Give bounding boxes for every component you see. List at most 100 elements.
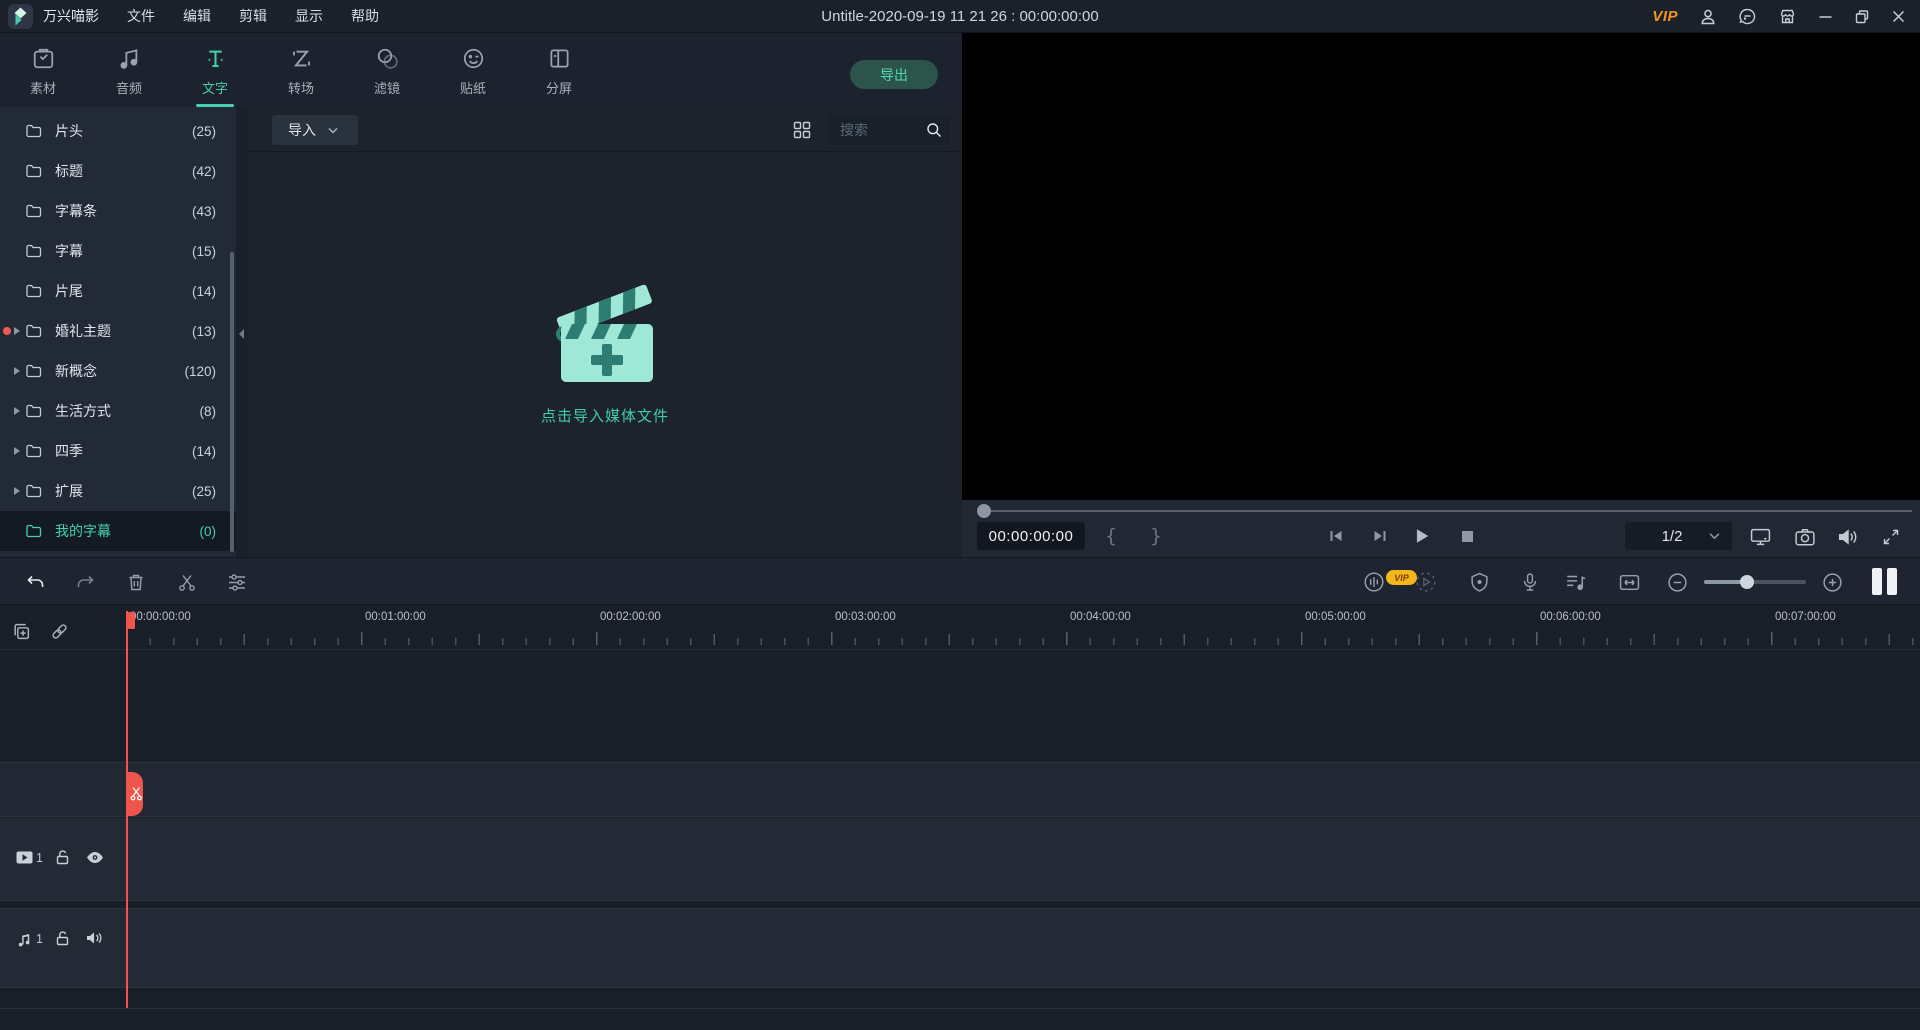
expand-arrow-icon[interactable] <box>14 327 20 335</box>
sidebar-item-end-credits[interactable]: 片尾 (14) <box>0 271 236 311</box>
menu-view[interactable]: 显示 <box>281 0 337 33</box>
sidebar-item-lower-thirds[interactable]: 字幕条 (43) <box>0 191 236 231</box>
timeline-zoom-slider[interactable] <box>1704 580 1806 584</box>
ruler-label: 00:07:00:00 <box>1775 611 1836 623</box>
ruler-label: 00:01:00:00 <box>365 611 426 623</box>
minimize-icon[interactable] <box>1818 9 1833 24</box>
grid-view-icon[interactable] <box>793 121 811 139</box>
tab-label: 分屏 <box>546 78 572 97</box>
zoom-in-icon[interactable] <box>1821 571 1843 593</box>
playhead-flag[interactable] <box>128 612 135 629</box>
search-icon[interactable] <box>926 122 942 138</box>
timecode-display: 00:00:00:00 <box>977 522 1085 550</box>
audio-list-icon[interactable] <box>1565 571 1587 593</box>
timeline-ruler[interactable]: 00:00:00:00 00:01:00:00 00:02:00:00 00:0… <box>0 605 1920 650</box>
menu-help[interactable]: 帮助 <box>337 0 393 33</box>
audio-meter-icon[interactable] <box>1363 571 1385 593</box>
video-track-number: 1 <box>36 851 43 865</box>
expand-arrow-icon[interactable] <box>14 367 20 375</box>
tab-sticker[interactable]: 贴纸 <box>430 33 516 107</box>
snapshot-icon[interactable] <box>1794 526 1816 548</box>
audio-track-lane[interactable] <box>0 908 1920 988</box>
folder-icon <box>26 444 42 458</box>
sidebar-item-intro[interactable]: 片头 (25) <box>0 111 236 151</box>
sidebar-item-lifestyle[interactable]: 生活方式 (8) <box>0 391 236 431</box>
menu-file[interactable]: 文件 <box>113 0 169 33</box>
import-button[interactable]: 导入 <box>272 115 358 145</box>
sidebar-item-count: (25) <box>192 484 216 499</box>
tab-transition[interactable]: 转场 <box>258 33 344 107</box>
folder-icon <box>26 524 42 538</box>
preview-seekbar[interactable] <box>990 510 1912 512</box>
menu-clip[interactable]: 剪辑 <box>225 0 281 33</box>
split-scissors-icon[interactable] <box>176 571 198 593</box>
sidebar-item-subtitles[interactable]: 字幕 (15) <box>0 231 236 271</box>
delete-icon[interactable] <box>125 571 147 593</box>
tab-text[interactable]: 文字 <box>172 33 258 107</box>
fullscreen-icon[interactable] <box>1880 526 1902 548</box>
redo-icon[interactable] <box>75 571 97 593</box>
close-icon[interactable] <box>1891 9 1906 24</box>
page-indicator: 1/2 <box>1625 528 1709 545</box>
tab-audio[interactable]: 音频 <box>86 33 172 107</box>
speaker-icon[interactable] <box>86 931 102 945</box>
video-viewport[interactable] <box>962 33 1920 500</box>
preview-quality-dropdown[interactable]: 1/2 <box>1625 522 1732 550</box>
video-track-lane[interactable] <box>0 818 1920 901</box>
collapse-sidebar-icon[interactable] <box>239 329 244 339</box>
folder-icon <box>26 364 42 378</box>
sidebar-item-seasons[interactable]: 四季 (14) <box>0 431 236 471</box>
tab-filter[interactable]: 滤镜 <box>344 33 430 107</box>
expand-arrow-icon[interactable] <box>14 407 20 415</box>
folder-icon <box>26 284 42 298</box>
zoom-slider-knob[interactable] <box>1740 575 1754 589</box>
adjust-icon[interactable] <box>226 571 248 593</box>
sidebar-item-new-concept[interactable]: 新概念 (120) <box>0 351 236 391</box>
sidebar-item-wedding[interactable]: 婚礼主题 (13) <box>0 311 236 351</box>
mark-out-button[interactable]: } <box>1145 522 1167 550</box>
shield-icon[interactable] <box>1468 571 1490 593</box>
restore-icon[interactable] <box>1854 9 1870 25</box>
lock-icon[interactable] <box>55 930 70 946</box>
timeline-drop-lane[interactable] <box>0 762 1920 817</box>
user-icon[interactable] <box>1699 8 1717 26</box>
menu-edit[interactable]: 编辑 <box>169 0 225 33</box>
prev-frame-icon[interactable] <box>1326 522 1346 550</box>
vip-label[interactable]: VIP <box>1652 8 1678 25</box>
fit-timeline-icon[interactable] <box>1618 571 1640 593</box>
lock-icon[interactable] <box>55 849 70 865</box>
store-icon[interactable] <box>1778 7 1797 26</box>
screen-record-icon[interactable] <box>1415 571 1437 593</box>
tab-label: 素材 <box>30 78 56 97</box>
stop-icon[interactable] <box>1457 522 1477 550</box>
panel-layout-icon[interactable] <box>1872 568 1897 595</box>
sidebar-item-my-subtitles[interactable]: 我的字幕 (0) <box>0 511 236 551</box>
eye-icon[interactable] <box>86 851 104 864</box>
search-input[interactable] <box>840 115 920 145</box>
tab-media[interactable]: 素材 <box>0 33 86 107</box>
sidebar-item-expansion[interactable]: 扩展 (25) <box>0 471 236 511</box>
sidebar-item-count: (14) <box>192 284 216 299</box>
export-button[interactable]: 导出 <box>850 60 938 89</box>
seekbar-handle[interactable] <box>977 504 991 518</box>
sidebar-item-count: (13) <box>192 324 216 339</box>
import-media-dropzone[interactable]: 点击导入媒体文件 <box>248 278 962 426</box>
search-box <box>828 115 950 145</box>
sidebar-item-titles[interactable]: 标题 (42) <box>0 151 236 191</box>
volume-icon[interactable] <box>1837 526 1859 548</box>
next-frame-icon[interactable] <box>1370 522 1390 550</box>
empty-state-text: 点击导入媒体文件 <box>248 405 962 426</box>
mark-in-button[interactable]: { <box>1100 522 1122 550</box>
sidebar-scrollbar[interactable] <box>230 252 234 552</box>
zoom-out-icon[interactable] <box>1666 571 1688 593</box>
undo-icon[interactable] <box>24 571 46 593</box>
expand-arrow-icon[interactable] <box>14 487 20 495</box>
mic-icon[interactable] <box>1519 571 1541 593</box>
tab-splitscreen[interactable]: 分屏 <box>516 33 602 107</box>
play-icon[interactable] <box>1412 522 1432 550</box>
feedback-icon[interactable] <box>1738 7 1757 26</box>
monitor-icon[interactable] <box>1749 526 1771 548</box>
app-window: 万兴喵影 文件 编辑 剪辑 显示 帮助 Untitle-2020-09-19 1… <box>0 0 1920 1030</box>
playhead-split-handle[interactable] <box>128 772 143 816</box>
expand-arrow-icon[interactable] <box>14 447 20 455</box>
